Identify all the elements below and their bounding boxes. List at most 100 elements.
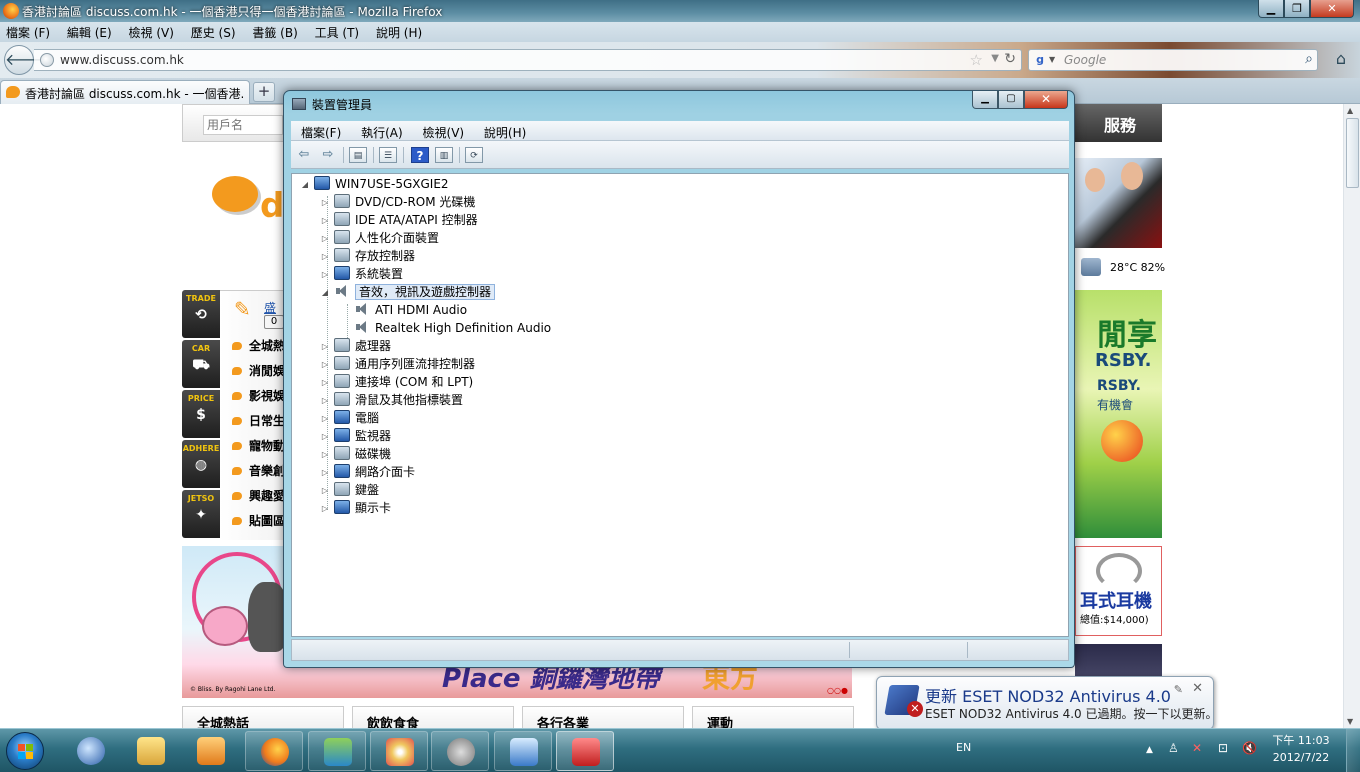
properties-icon[interactable]: ☰ — [379, 147, 397, 163]
expand-arrow-icon[interactable]: ▷ — [320, 410, 330, 428]
eset-notification[interactable]: ✕ 更新 ESET NOD32 Antivirus 4.0 ESET NOD32… — [876, 676, 1217, 730]
menu-view[interactable]: 檢視 (V) — [123, 22, 181, 41]
tree-category-sound[interactable]: ◢ 音效，視訊及遊戲控制器 — [320, 283, 496, 302]
search-engine-dropdown-icon[interactable]: ▼ — [1049, 55, 1055, 64]
expand-arrow-icon[interactable]: ▷ — [320, 356, 330, 374]
list-item[interactable]: 日常生 — [232, 412, 285, 437]
dm-menu-help[interactable]: 說明(H) — [474, 121, 532, 141]
category-tab[interactable]: 全城熱話 — [182, 706, 344, 728]
expand-arrow-icon[interactable]: ▷ — [320, 392, 330, 410]
tree-device-ati-hdmi[interactable]: ATI HDMI Audio — [354, 301, 467, 319]
user-icon[interactable]: ♙ — [1168, 741, 1179, 755]
dm-maximize-button[interactable]: ▢ — [998, 91, 1024, 109]
firefox-icon[interactable] — [3, 3, 19, 19]
tree-category-ports[interactable]: ▷ 連接埠 (COM 和 LPT) — [320, 373, 473, 391]
show-hide-console-tree-icon[interactable]: ▤ — [349, 147, 367, 163]
side-tab-adhere[interactable]: ADHERE ◍ — [182, 440, 220, 488]
tree-category-usb[interactable]: ▷ 通用序列匯流排控制器 — [320, 355, 475, 373]
show-desktop-button[interactable] — [1346, 729, 1360, 772]
banner-pager[interactable]: ○○● — [827, 686, 848, 695]
menu-history[interactable]: 歷史 (S) — [185, 22, 243, 41]
tree-category-mouse[interactable]: ▷ 滑鼠及其他指標裝置 — [320, 391, 463, 409]
side-tab-price[interactable]: PRICE $ — [182, 390, 220, 438]
services-button[interactable]: 服務 — [1066, 104, 1162, 142]
dm-close-button[interactable]: ✕ — [1024, 91, 1068, 109]
maximize-button[interactable]: ❐ — [1284, 0, 1310, 18]
start-button[interactable] — [6, 732, 44, 770]
minimize-button[interactable]: ▁ — [1258, 0, 1284, 18]
menu-file[interactable]: 檔案 (F) — [0, 22, 57, 41]
tree-category-dvd[interactable]: ▷ DVD/CD-ROM 光碟機 — [320, 193, 475, 211]
browser-tab[interactable]: 香港討論區 discuss.com.hk - 一個香港... — [0, 80, 250, 104]
side-advertisement[interactable]: 閒享 RSBY. RSBY. 有機會 — [1075, 290, 1162, 538]
expand-arrow-icon[interactable]: ▷ — [320, 482, 330, 500]
list-item[interactable]: 寵物動 — [232, 437, 285, 462]
taskbar-control-panel[interactable] — [494, 731, 552, 771]
list-item[interactable]: 興趣愛 — [232, 487, 285, 512]
tree-category-hid[interactable]: ▷ 人性化介面裝置 — [320, 229, 439, 247]
tree-category-keyboard[interactable]: ▷ 鍵盤 — [320, 481, 379, 499]
page-scrollbar[interactable]: ▲ ▼ — [1343, 104, 1360, 728]
expand-arrow-icon[interactable]: ▷ — [320, 248, 330, 266]
dm-minimize-button[interactable]: ▁ — [972, 91, 998, 109]
device-tree[interactable]: ◢ WIN7USE-5GXGIE2 ▷ DVD/CD-ROM 光碟機 ▷ IDE AT… — [291, 173, 1069, 637]
dm-menu-view[interactable]: 檢視(V) — [413, 121, 471, 141]
scan-hardware-icon[interactable]: ⟳ — [465, 147, 483, 163]
taskbar-explorer[interactable] — [122, 731, 180, 771]
search-placeholder[interactable]: Google — [1064, 53, 1106, 67]
notification-close-icon[interactable]: ✕ — [1192, 681, 1203, 696]
url-bar[interactable]: www.discuss.com.hk ☆ ▼ ↻ — [34, 49, 1022, 71]
volume-muted-icon[interactable]: 🔇 — [1242, 741, 1257, 755]
list-header-link[interactable]: 盛 — [264, 299, 276, 316]
category-tab[interactable]: 運動 — [692, 706, 854, 728]
tree-category-storage[interactable]: ▷ 存放控制器 — [320, 247, 415, 265]
tree-category-system[interactable]: ▷ 系統裝置 — [320, 265, 403, 283]
language-indicator[interactable]: EN — [956, 741, 971, 754]
list-item[interactable]: 全城熱 — [232, 337, 285, 362]
taskbar-device-manager[interactable] — [556, 731, 614, 771]
menu-help[interactable]: 說明 (H) — [370, 22, 429, 41]
tree-category-network[interactable]: ▷ 網路介面卡 — [320, 463, 415, 481]
home-icon[interactable]: ⌂ — [1330, 49, 1352, 71]
tree-category-monitor[interactable]: ▷ 監視器 — [320, 427, 391, 445]
promo-photo[interactable] — [1075, 158, 1162, 248]
site-logo[interactable]: d — [212, 176, 284, 226]
scroll-down-icon[interactable]: ▼ — [1347, 717, 1353, 726]
menu-tools[interactable]: 工具 (T) — [309, 22, 367, 41]
expand-arrow-icon[interactable]: ▷ — [320, 212, 330, 230]
search-bar[interactable]: g ▼ Google ⌕ — [1028, 49, 1318, 71]
category-tab[interactable]: 各行各業 — [522, 706, 684, 728]
collapse-arrow-icon[interactable]: ◢ — [320, 284, 330, 302]
expand-arrow-icon[interactable]: ▷ — [320, 374, 330, 392]
expand-arrow-icon[interactable]: ▷ — [320, 428, 330, 446]
taskbar-thunderbird[interactable] — [62, 731, 120, 771]
expand-arrow-icon[interactable]: ▷ — [320, 230, 330, 248]
collapse-arrow-icon[interactable]: ◢ — [300, 176, 310, 194]
expand-arrow-icon[interactable]: ▷ — [320, 266, 330, 284]
tree-category-computer[interactable]: ▷ 電腦 — [320, 409, 379, 427]
tree-category-ide[interactable]: ▷ IDE ATA/ATAPI 控制器 — [320, 211, 478, 229]
taskbar-sound[interactable] — [431, 731, 489, 771]
expand-arrow-icon[interactable]: ▷ — [320, 338, 330, 356]
help-icon[interactable]: ? — [411, 147, 429, 163]
expand-arrow-icon[interactable]: ▷ — [320, 194, 330, 212]
scrollbar-thumb[interactable] — [1346, 118, 1359, 188]
taskbar-messenger[interactable] — [308, 731, 366, 771]
network-icon[interactable]: ⊡ — [1218, 741, 1228, 755]
search-icon[interactable]: ⌕ — [1305, 51, 1313, 67]
back-button[interactable]: 🡐 — [4, 45, 48, 75]
forward-arrow-icon[interactable]: ⇨ — [319, 147, 337, 163]
tree-root[interactable]: ◢ WIN7USE-5GXGIE2 — [300, 175, 449, 193]
list-item[interactable]: 音樂創 — [232, 462, 285, 487]
new-tab-button[interactable]: + — [253, 82, 275, 102]
menu-bookmarks[interactable]: 書籤 (B) — [246, 22, 304, 41]
expand-arrow-icon[interactable]: ▷ — [320, 446, 330, 464]
side-tab-trade[interactable]: TRADE ⟲ — [182, 290, 220, 338]
scroll-up-icon[interactable]: ▲ — [1347, 106, 1353, 115]
expand-arrow-icon[interactable]: ▷ — [320, 500, 330, 518]
url-dropdown-icon[interactable]: ▼ — [991, 53, 999, 64]
dm-menu-action[interactable]: 執行(A) — [351, 121, 409, 141]
taskbar-firefox[interactable] — [245, 731, 303, 771]
tree-device-realtek[interactable]: Realtek High Definition Audio — [354, 319, 551, 337]
tree-category-processor[interactable]: ▷ 處理器 — [320, 337, 391, 355]
